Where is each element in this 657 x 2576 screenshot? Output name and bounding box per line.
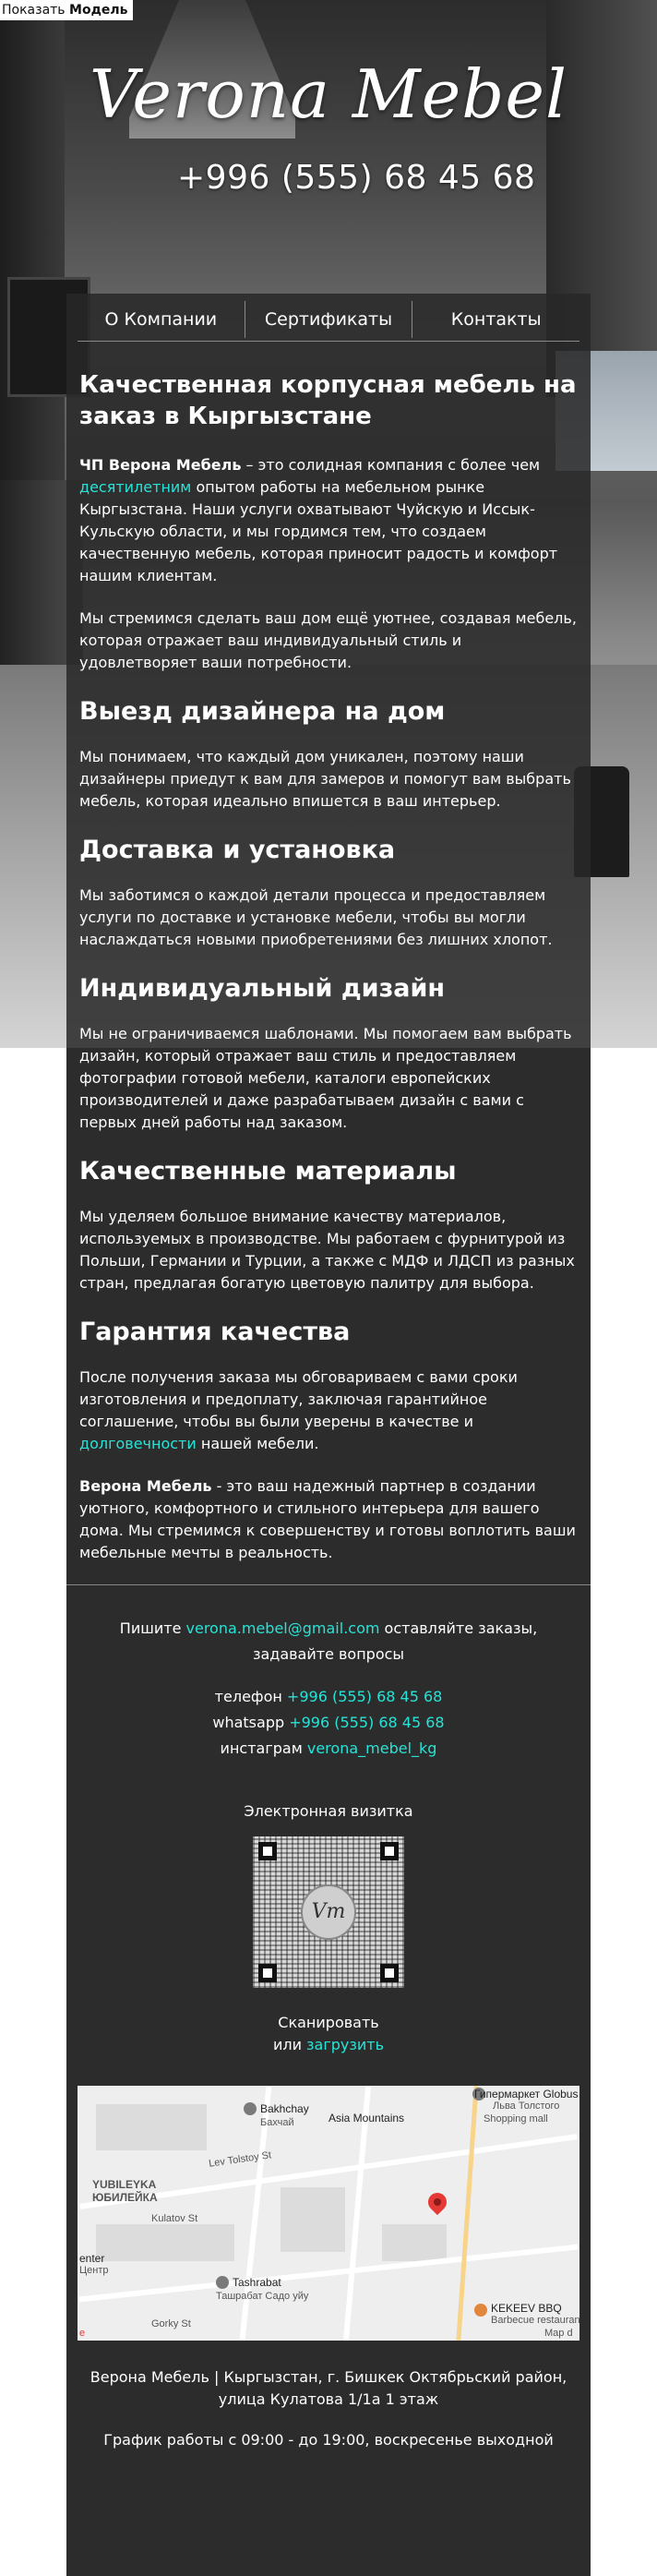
map-label-yubileyka-2: ЮБИЛЕЙКА [92,2191,158,2204]
map-block [281,2187,345,2252]
map-label-kekeev: KEKEEV BBQ [491,2302,562,2315]
qr-finder-bottom-left [258,1964,277,1982]
intro-text-a: – это солидная компания с более чем [241,456,541,474]
section-text-design: Мы не ограничиваемся шаблонами. Мы помог… [79,1025,572,1131]
qr-title: Электронная визитка [244,1802,413,1820]
map-label-globus-2: Льва Толстого [493,2101,560,2112]
guarantee-text-b: нашей мебели. [196,1435,319,1452]
footer-address: Верона Мебель | Кыргызстан, г. Бишкек Ок… [90,2368,567,2408]
scan-label: Сканировать [278,2014,379,2031]
nav-item-contacts[interactable]: Контакты [412,301,579,338]
or-label: или [272,2036,307,2053]
map-road-major [456,2086,479,2341]
site-logo[interactable]: Verona Mebel [0,55,657,133]
guarantee-text-a: После получения заказа мы обговариваем с… [79,1368,518,1430]
section-text-designer: Мы понимаем, что каждый дом уникален, по… [79,748,571,810]
map-label-gorky-st: Gorky St [151,2318,191,2329]
map-block [382,2224,447,2261]
contacts-write-row-2: задавайте вопросы [252,1645,405,1663]
map-label-bakhchay: Bakhchay [260,2102,309,2115]
contacts-instagram-link[interactable]: verona_mebel_kg [307,1739,437,1757]
show-model-label: Показать [2,3,66,18]
outro-brand: Верона Мебель [79,1477,212,1495]
location-map[interactable]: Гипермаркет Globus Льва Толстого Shoppin… [78,2086,579,2341]
intro-paragraph: ЧП Верона Мебель – это солидная компания… [79,454,578,587]
map-label-kekeev-2: Barbecue restaurant [491,2315,579,2326]
outro-paragraph: Верона Мебель - это ваш надежный партнер… [79,1475,578,1564]
main-content: Качественная корпусная мебель на заказ в… [66,342,591,1564]
map-label-globus: Гипермаркет Globus [474,2088,579,2101]
section-title-guarantee: Гарантия качества [79,1318,351,1346]
contacts-instagram-label: инстаграм [220,1739,307,1757]
page-title: Качественная корпусная мебель на заказ в… [79,371,577,430]
main-nav: О Компании Сертификаты Контакты [78,297,579,342]
contacts-write-b: оставляйте заказы, [379,1619,538,1637]
contacts-section: Пишите verona.mebel@gmail.com оставляйте… [66,1585,591,2056]
map-block [96,2224,234,2261]
section-title-delivery: Доставка и установка [79,836,396,864]
contacts-whatsapp-label: whatsapp [212,1714,290,1731]
section-title-design: Индивидуальный дизайн [79,974,446,1003]
map-label-yubileyka: YUBILEYKA [92,2178,157,2191]
qr-finder-top-right [380,1842,399,1860]
contacts-email-link[interactable]: verona.mebel@gmail.com [186,1619,380,1637]
map-google-mark: e [79,2328,86,2339]
section-title-designer: Выезд дизайнера на дом [79,697,446,726]
map-block [96,2104,207,2150]
map-poi-kekeev-icon [474,2304,487,2317]
scan-block: Сканировать или загрузить [66,2012,591,2056]
contacts-phone-link[interactable]: +996 (555) 68 45 68 [287,1688,442,1705]
show-model-value: Модель [69,3,128,18]
map-location-pin-icon[interactable] [424,2188,451,2216]
map-poi-tashrabat-icon [216,2276,229,2289]
guarantee-link-durability[interactable]: долговечности [79,1435,197,1452]
nav-item-certificates[interactable]: Сертификаты [245,300,413,338]
show-model-toggle[interactable]: Показать Модель [0,0,134,20]
download-row: или загрузить [66,2034,591,2056]
map-label-enter-2: Центр [79,2265,109,2276]
section-text-guarantee: После получения заказа мы обговариваем с… [79,1366,578,1455]
content-panel: О Компании Сертификаты Контакты Качестве… [66,294,591,2576]
map-label-asia-mountains: Asia Mountains [328,2112,405,2125]
contacts-instagram-row: инстаграм verona_mebel_kg [66,1737,591,1761]
contacts-phone-label: телефон [214,1688,287,1705]
footer-schedule: График работы с 09:00 - до 19:00, воскре… [103,2431,554,2449]
qr-finder-bottom-right [380,1964,399,1982]
qr-monogram-logo: Vm [301,1884,356,1940]
intro-link-decade[interactable]: десятилетним [79,478,191,496]
qr-code[interactable]: Vm [253,1836,404,1988]
contacts-whatsapp-row: whatsapp +996 (555) 68 45 68 [66,1711,591,1735]
contacts-whatsapp-link[interactable]: +996 (555) 68 45 68 [289,1714,444,1731]
qr-finder-top-left [258,1842,277,1860]
map-data-attribution: Map d [544,2328,573,2339]
map-label-bakhchay-2: Бахчай [260,2117,294,2128]
nav-item-about[interactable]: О Компании [78,300,245,338]
header-phone[interactable]: +996 (555) 68 45 68 [177,159,535,197]
map-poi-bakhchay-icon [244,2102,257,2115]
section-text-materials: Мы уделяем большое внимание качеству мат… [79,1208,575,1292]
map-label-kulatov-st: Kulatov St [151,2213,198,2224]
intro-paragraph-2: Мы стремимся сделать ваш дом ещё уютнее,… [79,609,577,671]
map-label-enter: enter [79,2252,105,2265]
map-label-globus-3: Shopping mall [484,2113,548,2125]
download-link[interactable]: загрузить [306,2036,384,2053]
section-title-materials: Качественные материалы [79,1157,457,1186]
contacts-phone-row: телефон +996 (555) 68 45 68 [66,1685,591,1709]
map-label-tashrabat-2: Ташрабат Садо уйу [216,2291,309,2302]
contacts-write-a: Пишите [119,1619,186,1637]
footer: Верона Мебель | Кыргызстан, г. Бишкек Ок… [66,2341,591,2451]
contacts-write-row: Пишите verona.mebel@gmail.com оставляйте… [66,1617,591,1641]
map-label-tashrabat: Tashrabat [233,2276,281,2289]
section-text-delivery: Мы заботимся о каждой детали процесса и … [79,886,553,948]
intro-brand: ЧП Верона Мебель [79,456,242,474]
